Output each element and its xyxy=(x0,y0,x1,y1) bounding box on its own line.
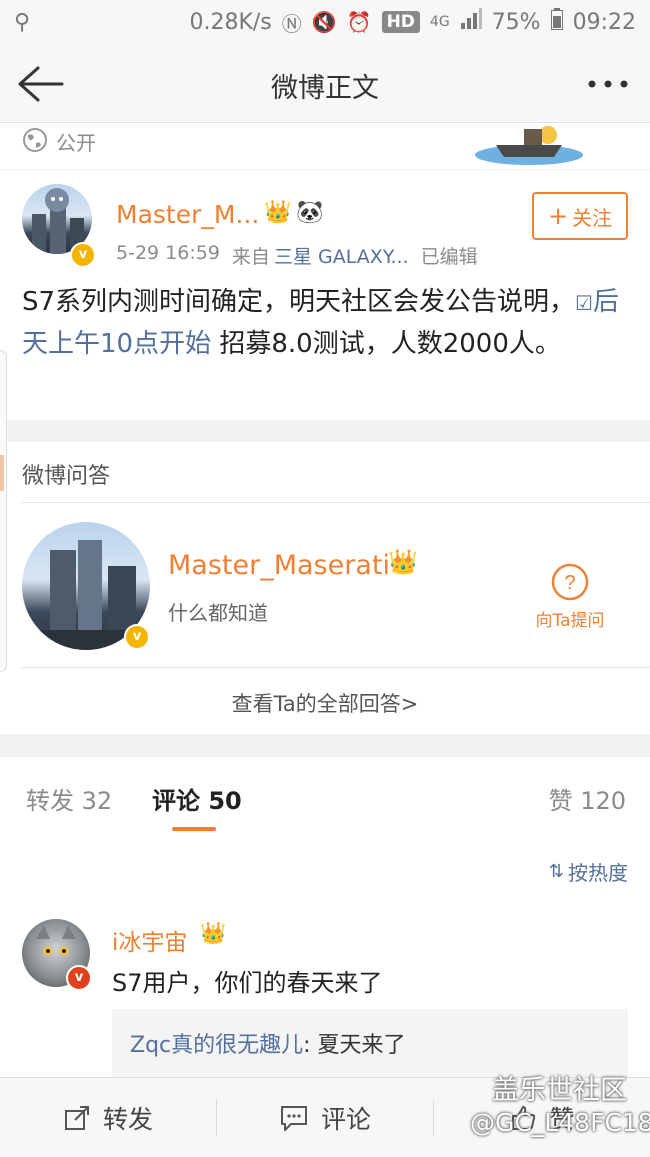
qa-divider xyxy=(22,502,650,503)
battery-icon xyxy=(550,8,563,36)
question-icon: ? xyxy=(551,563,589,601)
watermark-handle: @GC_L48FC18 xyxy=(470,1108,650,1137)
post-text-part2: 招募8.0测试，人数2000人。 xyxy=(211,329,561,359)
edited-label: 已编辑 xyxy=(420,246,478,268)
commenter-name[interactable]: i冰宇宙 xyxy=(112,923,187,957)
comment-text: S7用户，你们的春天来了 xyxy=(112,969,383,997)
hd-badge: HD xyxy=(381,11,420,33)
post-visibility-row: 公开 xyxy=(0,123,650,169)
commenter-verified-badge: v xyxy=(66,965,92,991)
svg-text:?: ? xyxy=(564,572,575,594)
panda-icon: 🐼 xyxy=(296,200,324,225)
comment-label: 评论 xyxy=(320,1104,371,1134)
page-title: 微博正文 xyxy=(271,73,379,104)
tab-repost[interactable]: 转发 32 xyxy=(26,781,112,816)
post-text-part1: S7系列内测时间确定，明天社区会发公告说明， xyxy=(22,287,576,317)
calendar-icon: ☑ xyxy=(575,291,593,315)
network-type: 4G xyxy=(429,14,450,30)
qa-verified-badge: v xyxy=(124,624,150,650)
qa-desc: 什么都知道 xyxy=(168,601,268,625)
follow-label: 关注 xyxy=(572,205,613,230)
nfc-icon: Ⓝ xyxy=(281,11,302,36)
comment-button[interactable]: 评论 xyxy=(217,1078,433,1157)
reply-user[interactable]: Zqc真的很无趣儿 xyxy=(130,1033,303,1058)
tab-like[interactable]: 赞 120 xyxy=(549,781,626,816)
sort-by-hot-button[interactable]: ⇅ 按热度 xyxy=(549,857,628,886)
visibility-label: 公开 xyxy=(56,131,96,155)
share-icon xyxy=(64,1105,89,1130)
watermark-title: 盖乐世社区 xyxy=(492,1075,627,1106)
more-options-icon[interactable] xyxy=(586,64,630,104)
verified-badge: v xyxy=(70,242,96,268)
side-marker xyxy=(0,455,4,491)
network-speed: 0.28K/s xyxy=(189,9,272,35)
usb-icon: ⚲ xyxy=(14,10,31,35)
tab-comment[interactable]: 评论 50 xyxy=(152,781,242,816)
weibo-qa-card: 微博问答 v Master_Maserati 👑 什么都知道 ? 向Ta提问 查… xyxy=(0,442,650,734)
reply-text: : 夏天来了 xyxy=(303,1033,406,1058)
clock: 09:22 xyxy=(572,9,636,35)
view-all-answers-link[interactable]: 查看Ta的全部回答> xyxy=(0,688,650,718)
repost-button[interactable]: 转发 xyxy=(0,1078,216,1157)
comments-section: ⇅ 按热度 v i冰宇宙 👑 S7用户，你们的春天来了 Zqc真的很无趣儿: 夏… xyxy=(0,837,650,1079)
post-card: v Master_M... 👑 🐼 5-29 16:59 来自 三星 GALAX… xyxy=(0,170,650,420)
vip-crown-icon: 👑 xyxy=(264,200,292,225)
commenter-vip-icon: 👑 xyxy=(200,921,227,945)
qa-vip-crown-icon: 👑 xyxy=(388,548,418,576)
post-time: 5-29 16:59 xyxy=(116,242,220,264)
signal-icon xyxy=(460,8,482,36)
qa-divider-bottom xyxy=(22,667,650,668)
ask-label: 向Ta提问 xyxy=(535,611,605,631)
boat-illustration xyxy=(474,123,584,167)
mute-icon: 🔇 xyxy=(311,10,337,34)
side-handle[interactable] xyxy=(0,350,7,672)
sort-icon: ⇅ xyxy=(548,861,564,882)
qa-name[interactable]: Master_Maserati xyxy=(168,550,390,581)
reply-line: Zqc真的很无趣儿: 夏天来了 xyxy=(130,1027,406,1059)
top-nav-bar: 微博正文 xyxy=(0,44,650,123)
post-text: S7系列内测时间确定，明天社区会发公告说明，☑后天上午10点开始 招募8.0测试… xyxy=(22,282,622,365)
active-tab-indicator xyxy=(172,827,216,831)
globe-icon xyxy=(22,127,50,155)
status-icons: 0.28K/s Ⓝ 🔇 ⏰ HD 4G 75% 09:22 xyxy=(189,8,636,36)
source-prefix: 来自 xyxy=(231,246,270,268)
author-name[interactable]: Master_M... xyxy=(116,200,259,229)
post-meta: 5-29 16:59 来自 三星 GALAXY... 已编辑 xyxy=(116,242,478,269)
status-bar: ⚲ 0.28K/s Ⓝ 🔇 ⏰ HD 4G 75% 09:22 xyxy=(0,0,650,44)
interaction-tabs: 转发 32 评论 50 赞 120 xyxy=(0,757,650,838)
battery-level: 75% xyxy=(491,9,541,35)
ask-button[interactable]: ? 向Ta提问 xyxy=(530,562,610,632)
comment-icon xyxy=(280,1105,307,1131)
alarm-icon: ⏰ xyxy=(346,10,372,34)
follow-button[interactable]: + 关注 xyxy=(532,192,628,240)
plus-icon: + xyxy=(547,202,569,230)
sort-label: 按热度 xyxy=(568,861,628,885)
qa-header: 微博问答 xyxy=(22,464,111,489)
repost-label: 转发 xyxy=(102,1104,153,1134)
post-source[interactable]: 三星 GALAXY... xyxy=(274,242,409,269)
